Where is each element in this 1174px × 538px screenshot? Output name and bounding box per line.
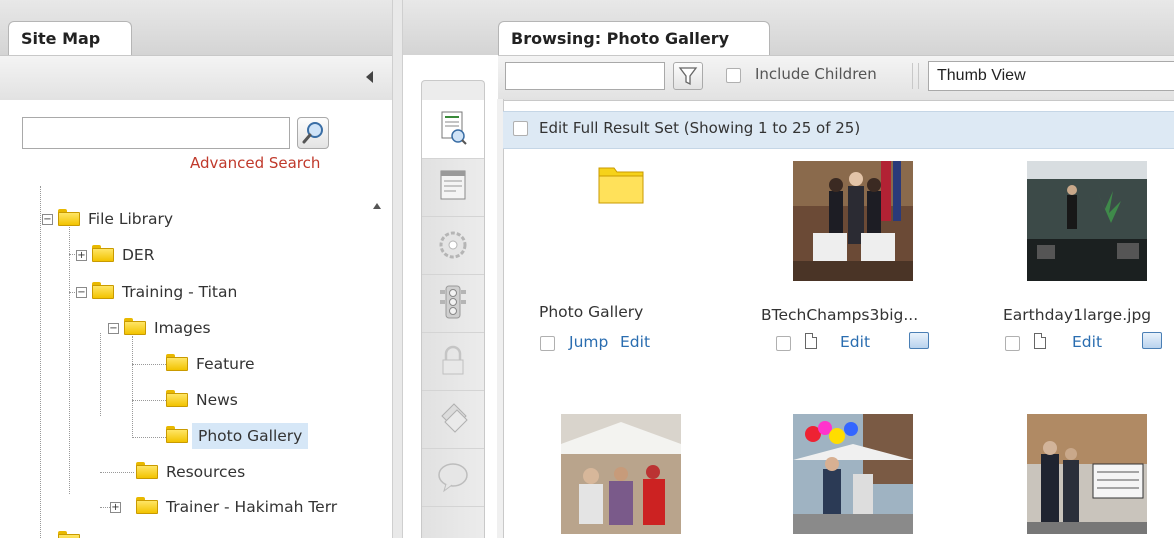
content-icon (441, 111, 467, 145)
traffic-light-icon (440, 285, 466, 319)
edit-link[interactable]: Edit (840, 333, 870, 351)
funnel-icon (678, 67, 698, 86)
document-icon[interactable] (1034, 333, 1046, 349)
folder-icon (92, 282, 114, 299)
photo-ceremony (793, 161, 913, 281)
edit-link[interactable]: Edit (620, 333, 650, 351)
folder-icon (598, 167, 644, 204)
document-icon[interactable] (805, 333, 817, 349)
photo-balloons (793, 414, 913, 534)
edit-link[interactable]: Edit (1072, 333, 1102, 351)
tags-button[interactable] (422, 390, 484, 449)
tree-item-news[interactable]: News (196, 387, 238, 413)
content-frame-edge (497, 99, 504, 538)
comments-button[interactable] (422, 448, 484, 507)
folder-icon (136, 462, 158, 479)
folder-icon (92, 245, 114, 262)
filter-button[interactable] (673, 62, 703, 90)
tab-browsing[interactable]: Browsing: Photo Gallery (498, 21, 770, 55)
image-thumbnail[interactable] (793, 161, 913, 281)
lock-icon (442, 345, 464, 375)
item-select-checkbox[interactable] (1005, 336, 1020, 351)
edit-full-result-checkbox[interactable] (513, 121, 528, 136)
image-thumbnail[interactable] (561, 414, 681, 534)
magnifier-icon (302, 122, 323, 144)
photo-tent (561, 414, 681, 534)
folder-icon (166, 426, 188, 443)
folder-icon (166, 354, 188, 371)
action-icon-bar (421, 100, 485, 538)
iconbar-header (421, 80, 485, 101)
folder-thumbnail[interactable] (598, 164, 644, 204)
toolbar-separator (912, 63, 919, 89)
content-button[interactable] (422, 100, 484, 159)
comment-icon (438, 463, 468, 493)
item-caption: BTechChamps3big... (761, 306, 919, 324)
folder-icon (166, 390, 188, 407)
image-thumbnail[interactable] (793, 414, 913, 534)
preview-icon[interactable] (909, 332, 929, 349)
item-select-checkbox[interactable] (540, 336, 555, 351)
collapse-toggle[interactable]: − (108, 323, 119, 334)
folder-icon (124, 318, 146, 335)
folder-icon (58, 531, 80, 538)
scroll-up-arrow[interactable] (373, 203, 381, 209)
tree-item-file-library[interactable]: File Library (88, 206, 173, 232)
filter-input[interactable] (505, 62, 665, 90)
expand-toggle[interactable]: + (110, 502, 121, 513)
tree-item-trainer[interactable]: Trainer - Hakimah Terr (166, 494, 337, 520)
image-thumbnail[interactable] (1027, 161, 1147, 281)
workflow-button[interactable] (422, 274, 484, 333)
permissions-button[interactable] (422, 332, 484, 391)
form-icon (440, 170, 466, 200)
item-caption: Earthday1large.jpg (1003, 306, 1152, 324)
tree-item-images[interactable]: Images (154, 315, 211, 341)
tree-item-feature[interactable]: Feature (196, 351, 255, 377)
collapse-toggle[interactable]: − (76, 287, 87, 298)
tree-item-photo-gallery[interactable]: Photo Gallery (192, 423, 309, 449)
panel-splitter[interactable] (392, 0, 403, 538)
jump-link[interactable]: Jump (569, 333, 608, 351)
item-select-checkbox[interactable] (776, 336, 791, 351)
form-button[interactable] (422, 158, 484, 217)
collapse-toggle[interactable]: − (42, 214, 53, 225)
tab-site-map[interactable]: Site Map (8, 21, 132, 55)
tree-item-resources[interactable]: Resources (166, 459, 245, 485)
left-toolbar (0, 55, 392, 101)
collapse-left-icon[interactable] (366, 71, 373, 83)
item-caption: Photo Gallery (539, 303, 644, 321)
photo-press (1027, 414, 1147, 534)
tree-item-der[interactable]: DER (122, 242, 155, 268)
image-thumbnail[interactable] (1027, 414, 1147, 534)
view-mode-select[interactable]: Thumb View (928, 61, 1174, 91)
include-children-checkbox[interactable] (726, 68, 741, 83)
folder-icon (136, 497, 158, 514)
site-tree: − File Library + DER − Training - Titan … (22, 186, 370, 538)
settings-button[interactable] (422, 216, 484, 275)
advanced-search-link[interactable]: Advanced Search (190, 154, 320, 172)
tree-item-training-titan[interactable]: Training - Titan (122, 279, 237, 305)
search-button[interactable] (297, 117, 329, 149)
expand-toggle[interactable]: + (76, 250, 87, 261)
result-set-label: Edit Full Result Set (Showing 1 to 25 of… (539, 119, 861, 137)
settings-icon (439, 231, 467, 259)
photo-stage (1027, 161, 1147, 281)
site-search-input[interactable] (22, 117, 290, 149)
tag-icon (441, 403, 468, 433)
folder-icon (58, 209, 80, 226)
preview-icon[interactable] (1142, 332, 1162, 349)
include-children-label: Include Children (755, 65, 877, 83)
